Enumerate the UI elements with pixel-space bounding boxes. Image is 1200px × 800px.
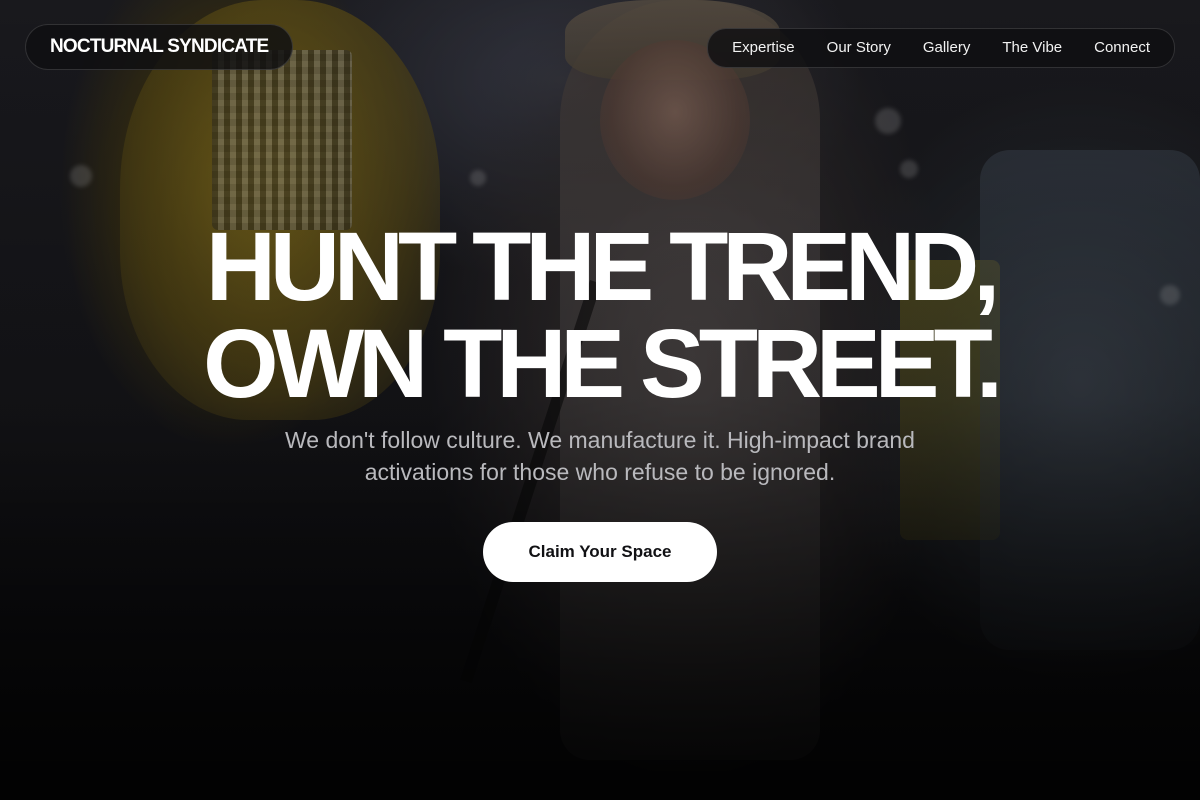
hero-subtitle: We don't follow culture. We manufacture … [285, 427, 915, 485]
nav-item-gallery[interactable]: Gallery [907, 29, 987, 67]
nav-item-expertise[interactable]: Expertise [716, 29, 811, 67]
hero-section: NOCTURNAL SYNDICATE Expertise Our Story … [0, 0, 1200, 800]
nav-item-the-vibe[interactable]: The Vibe [986, 29, 1078, 67]
nav-item-our-story[interactable]: Our Story [811, 29, 907, 67]
headline-line-1: HUNT THE TREND, [205, 212, 1000, 321]
hero-headline: HUNT THE TREND, OWN THE STREET. [0, 218, 1200, 412]
main-nav: Expertise Our Story Gallery The Vibe Con… [707, 28, 1175, 68]
headline-line-2: OWN THE STREET. [203, 309, 1003, 418]
nav-item-connect[interactable]: Connect [1078, 29, 1166, 67]
brand-logo[interactable]: NOCTURNAL SYNDICATE [25, 24, 294, 70]
claim-your-space-button[interactable]: Claim Your Space [483, 522, 717, 582]
